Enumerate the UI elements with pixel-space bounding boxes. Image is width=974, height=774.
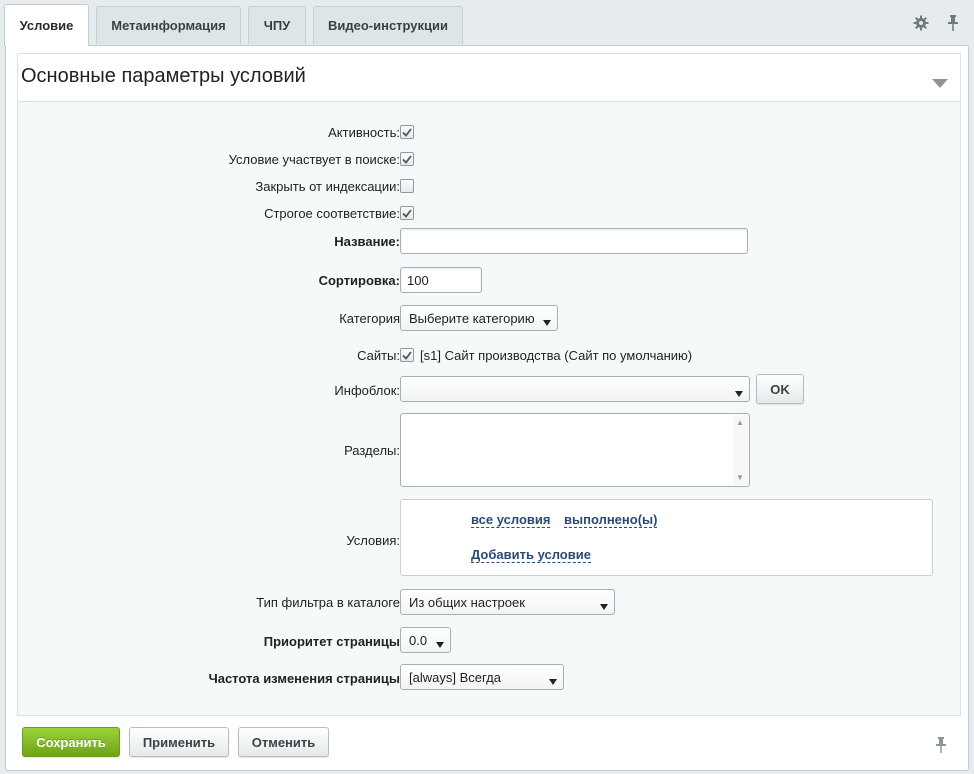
sort-input[interactable]: 100	[400, 267, 482, 293]
priority-select[interactable]: 0.0	[400, 627, 451, 653]
tab-metainfo[interactable]: Метаинформация	[96, 6, 241, 44]
row-iblock: Инфоблок: OK	[18, 374, 960, 404]
dropdown-arrow-icon	[600, 598, 608, 613]
iblock-select[interactable]	[400, 376, 750, 402]
pin-icon[interactable]	[944, 14, 962, 32]
strict-label: Строгое соответствие:	[264, 206, 400, 221]
sites-control: [s1] Сайт производства (Сайт по умолчани…	[400, 348, 800, 364]
scroll-down-icon[interactable]: ▼	[736, 473, 744, 482]
form-area: Активность: Условие участвует в поиске: …	[17, 101, 961, 716]
site-s1-label[interactable]: [s1] Сайт производства (Сайт по умолчани…	[420, 348, 692, 363]
changefreq-select[interactable]: [always] Всегда	[400, 664, 564, 690]
active-checkbox[interactable]	[400, 125, 414, 139]
category-label: Категория	[339, 311, 400, 326]
dropdown-arrow-icon	[549, 673, 557, 688]
tab-video[interactable]: Видео-инструкции	[313, 6, 463, 44]
changefreq-label: Частота изменения страницы	[208, 671, 400, 686]
row-noindex: Закрыть от индексации:	[18, 178, 960, 194]
dropdown-arrow-icon	[543, 314, 551, 329]
row-search: Условие участвует в поиске:	[18, 151, 960, 167]
row-conditions: Условия: все условия выполнено(ы) Добави…	[18, 499, 960, 576]
cancel-button[interactable]: Отменить	[238, 727, 329, 757]
conditions-label: Условия:	[346, 533, 400, 548]
conditions-box: все условия выполнено(ы) Добавить услови…	[400, 499, 933, 576]
dropdown-arrow-icon	[436, 636, 444, 651]
row-sites: Сайты: [s1] Сайт производства (Сайт по у…	[18, 347, 960, 363]
priority-label: Приоритет страницы	[263, 634, 400, 649]
category-select-value: Выберите категорию	[409, 310, 535, 326]
section-title: Основные параметры условий	[21, 65, 306, 87]
scroll-up-icon[interactable]: ▲	[736, 418, 744, 427]
save-button[interactable]: Сохранить	[22, 727, 120, 757]
filter-type-select[interactable]: Из общих настроек	[400, 589, 615, 615]
tab-tools	[912, 14, 962, 32]
filter-type-label: Тип фильтра в каталоге	[256, 595, 400, 610]
tab-bar: Условие Метаинформация ЧПУ Видео-инструк…	[0, 0, 974, 46]
cond-done-link[interactable]: выполнено(ы)	[564, 512, 658, 528]
sections-listbox[interactable]: ▲ ▼	[400, 413, 750, 487]
row-filter-type: Тип фильтра в каталоге Из общих настроек	[18, 589, 960, 615]
site-s1-checkbox[interactable]	[400, 348, 414, 362]
strict-checkbox[interactable]	[400, 206, 414, 220]
category-select[interactable]: Выберите категорию	[400, 305, 558, 331]
noindex-checkbox[interactable]	[400, 179, 414, 193]
row-strict: Строгое соответствие:	[18, 205, 960, 221]
add-condition-link[interactable]: Добавить условие	[471, 547, 591, 563]
row-sort: Сортировка: 100	[18, 267, 960, 293]
row-name: Название:	[18, 228, 960, 254]
triangle-down-icon[interactable]	[932, 76, 948, 91]
name-label: Название:	[334, 234, 400, 249]
sections-scrollbar[interactable]: ▲ ▼	[733, 415, 748, 485]
name-input[interactable]	[400, 228, 748, 254]
noindex-label: Закрыть от индексации:	[255, 179, 400, 194]
search-checkbox[interactable]	[400, 152, 414, 166]
tab-condition[interactable]: Условие	[4, 4, 89, 46]
filter-type-select-value: Из общих настроек	[409, 594, 525, 610]
main-panel: Основные параметры условий Активность: У…	[5, 45, 969, 771]
sort-label: Сортировка:	[318, 273, 400, 288]
section-header: Основные параметры условий	[17, 53, 961, 101]
row-sections: Разделы: ▲ ▼	[18, 413, 960, 487]
gear-icon[interactable]	[912, 14, 930, 32]
pin-icon[interactable]	[935, 737, 947, 756]
sections-label: Разделы:	[344, 443, 400, 458]
iblock-ok-button[interactable]: OK	[756, 374, 804, 404]
row-changefreq: Частота изменения страницы [always] Всег…	[18, 664, 960, 690]
apply-button[interactable]: Применить	[129, 727, 229, 757]
priority-select-value: 0.0	[409, 632, 428, 648]
row-active: Активность:	[18, 124, 960, 140]
dropdown-arrow-icon	[735, 385, 743, 400]
changefreq-select-value: [always] Всегда	[409, 669, 501, 685]
cond-all-link[interactable]: все условия	[471, 512, 551, 528]
active-label: Активность:	[328, 125, 400, 140]
iblock-label: Инфоблок:	[334, 383, 400, 398]
row-priority: Приоритет страницы 0.0	[18, 627, 960, 653]
sites-label: Сайты:	[357, 348, 400, 363]
tab-chpu[interactable]: ЧПУ	[248, 6, 306, 44]
row-category: Категория Выберите категорию	[18, 305, 960, 331]
search-label: Условие участвует в поиске:	[228, 152, 400, 167]
